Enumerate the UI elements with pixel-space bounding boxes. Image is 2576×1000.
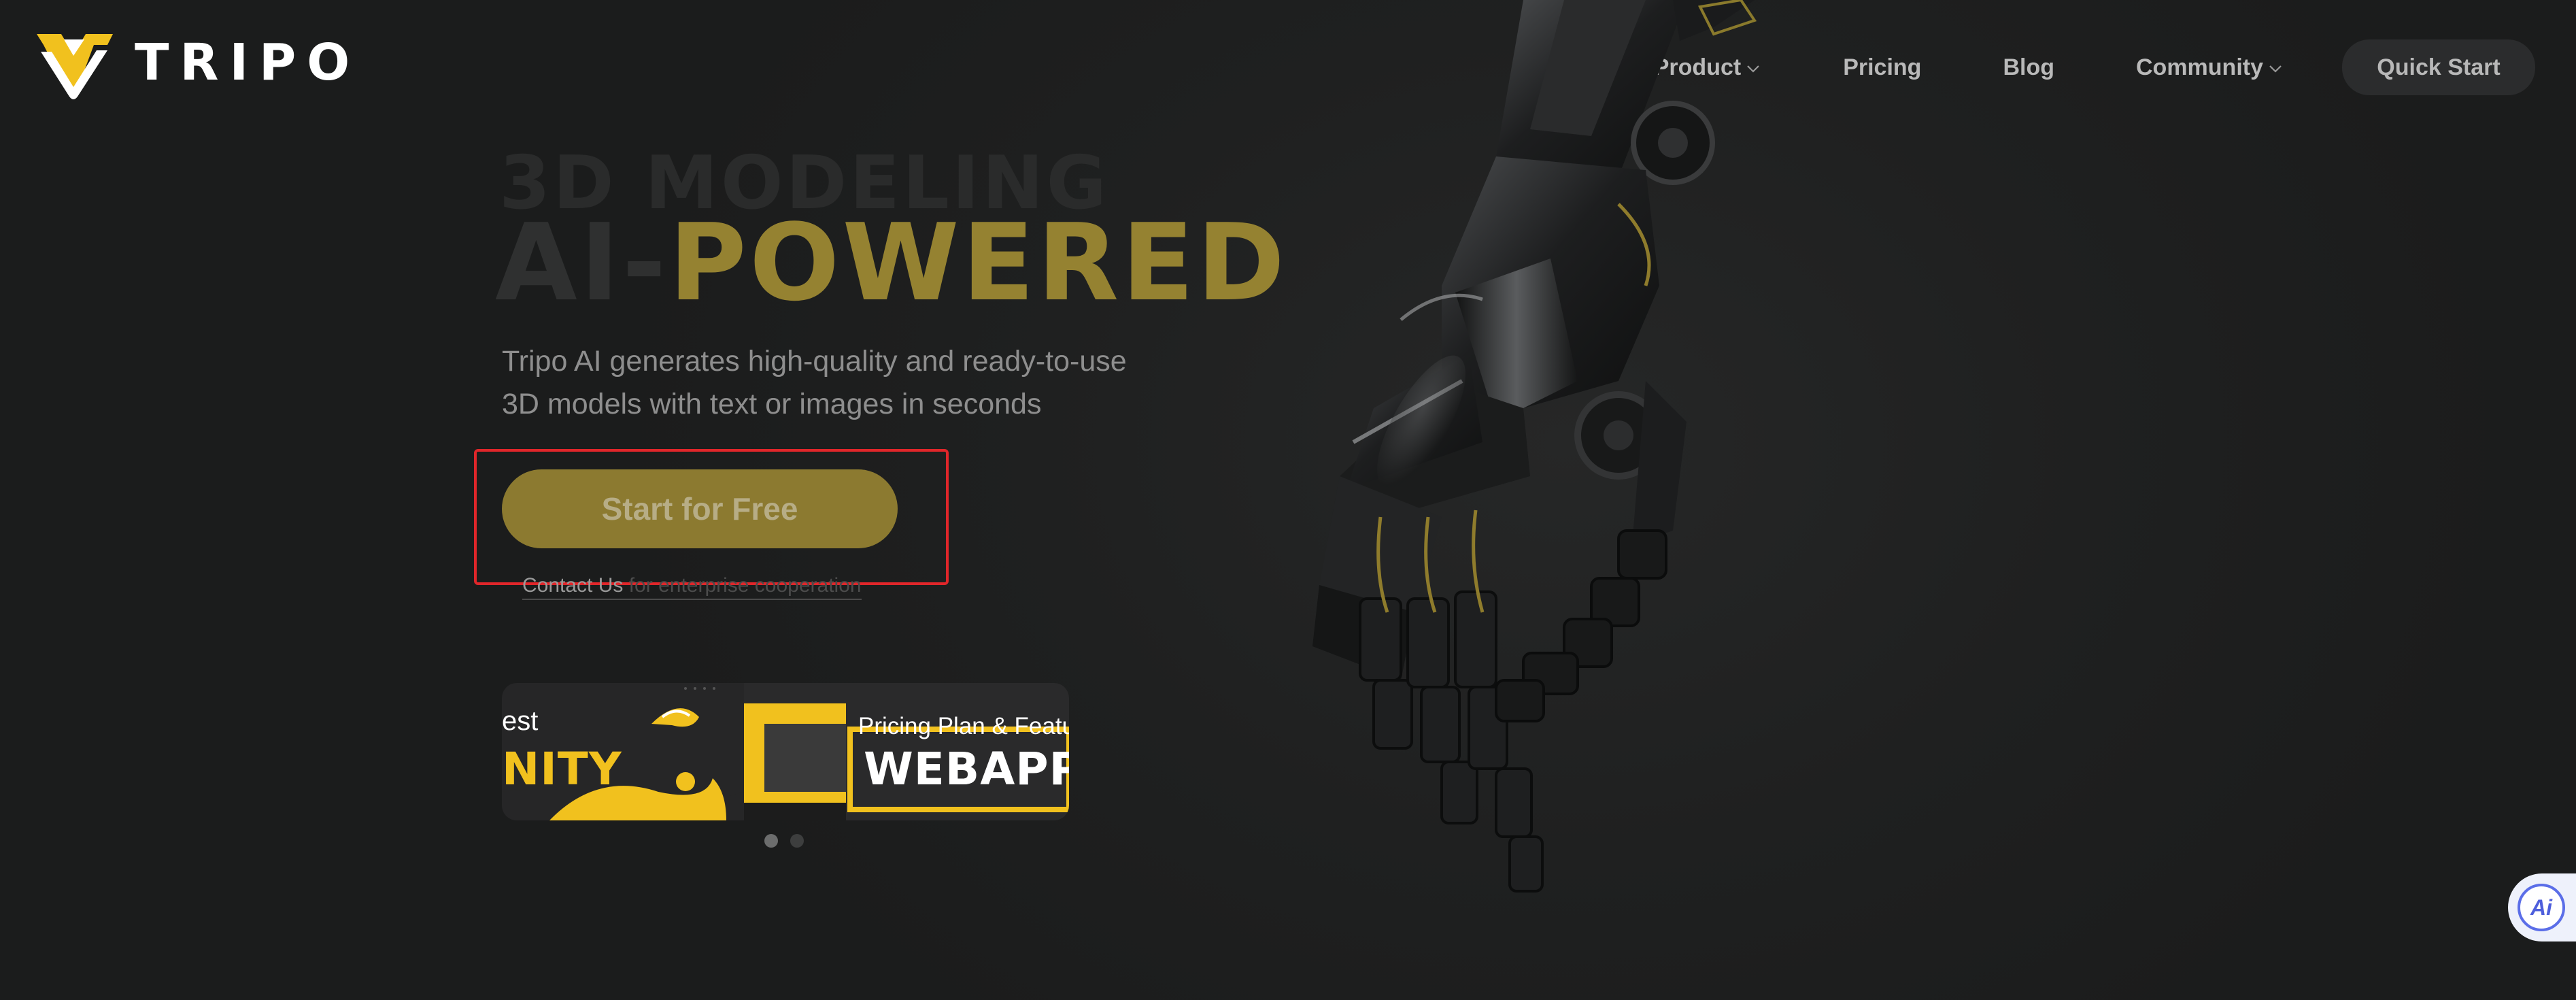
landing-page: TRIPO Product Pricing Blog Community Qui… (0, 0, 2576, 1000)
slide-heading: Pricing Plan & Featu (858, 713, 1069, 739)
promo-carousel[interactable]: est NITY Pricing Plan & Featu WEBAPP (502, 683, 1069, 820)
ai-assistant-button[interactable]: Ai (2508, 873, 2576, 941)
tripo-logo[interactable]: TRIPO (34, 24, 360, 101)
contact-us-link[interactable]: Contact Us (522, 574, 623, 597)
hero-subtitle-line: 3D models with text or images in seconds (502, 388, 1042, 420)
hero-title-highlight: POWERED (668, 201, 1288, 324)
hero-subtitle-line: Tripo AI generates high-quality and read… (502, 345, 1127, 378)
slide-heading: est (502, 706, 539, 736)
robot-hand-illustration (1312, 0, 1757, 893)
ai-assistant-icon: Ai (2518, 884, 2565, 931)
slide-title: NITY (502, 743, 622, 795)
carousel-dot[interactable] (790, 834, 804, 848)
carousel-dot[interactable] (764, 834, 778, 848)
carousel-pagination (764, 834, 804, 848)
slide-title: WEBAPP (864, 743, 1069, 795)
quick-start-button[interactable]: Quick Start (2342, 39, 2535, 95)
hero-subtitle: Tripo AI generates high-quality and read… (502, 340, 1250, 426)
brand-name: TRIPO (135, 33, 361, 92)
contact-line: Contact Us for enterprise cooperation (522, 574, 862, 600)
hero-title-prefix: AI- (495, 201, 669, 324)
chevron-down-icon (2269, 65, 2282, 73)
hero-title: AI-POWERED (495, 210, 1287, 316)
contact-description: for enterprise cooperation (623, 574, 862, 597)
carousel-slide-webapp[interactable]: Pricing Plan & Featu WEBAPP (744, 683, 1069, 820)
tripo-logo-icon (37, 34, 113, 99)
start-for-free-button[interactable]: Start for Free (502, 469, 898, 548)
carousel-slide-community[interactable]: est NITY (502, 683, 744, 820)
